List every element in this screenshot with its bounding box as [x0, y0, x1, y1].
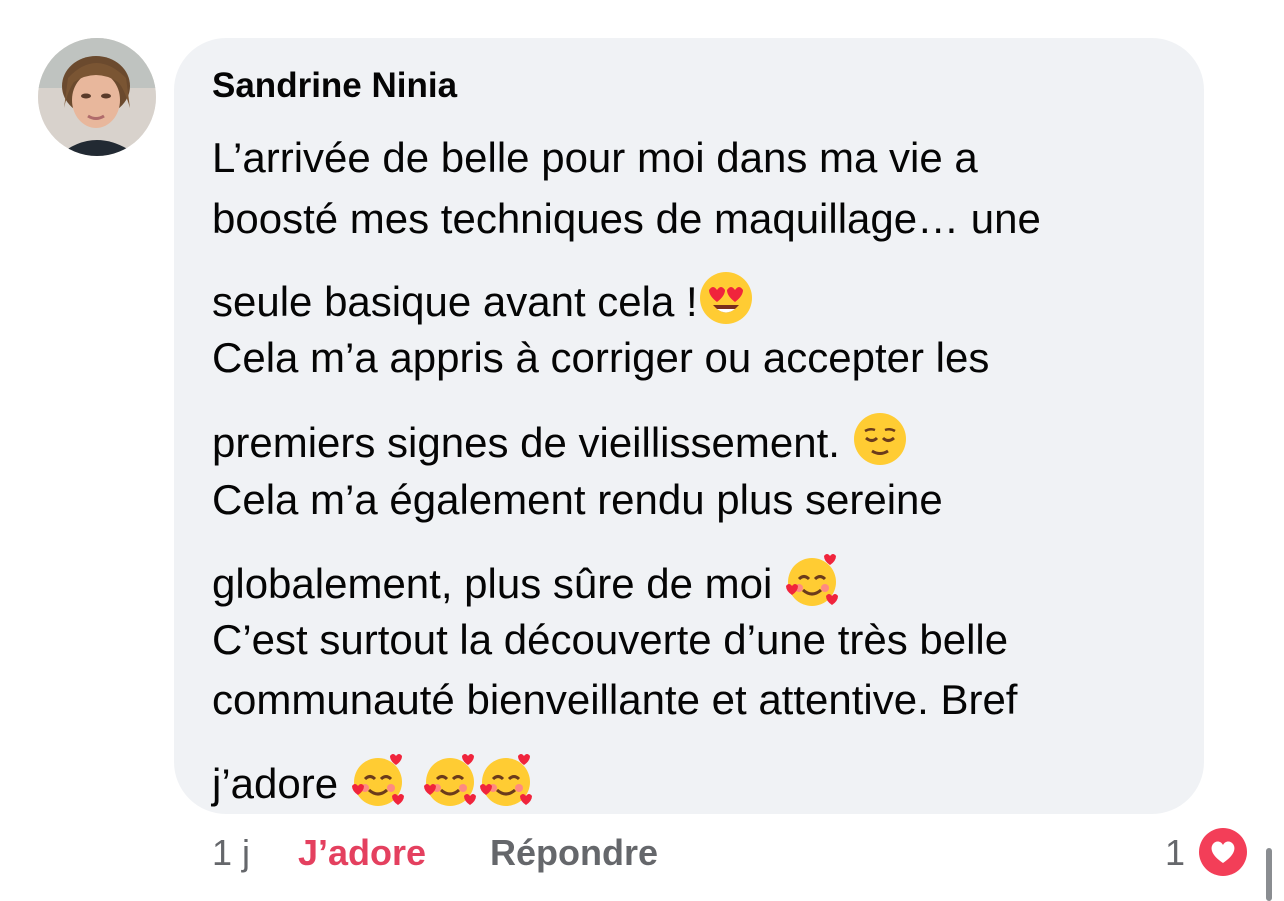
- smiling-face-with-hearts-emoji: [350, 752, 406, 808]
- heart-eyes-emoji: [698, 270, 754, 326]
- comment-timestamp[interactable]: 1 j: [212, 832, 250, 874]
- comment-author[interactable]: Sandrine Ninia: [212, 66, 457, 106]
- comment-text-line: globalement, plus sûre de moi: [212, 552, 840, 608]
- reaction-count[interactable]: 1: [1165, 832, 1185, 874]
- comment-text-line: Cela m’a également rendu plus sereine: [212, 476, 943, 523]
- comment-text-line: communauté bienveillante et attentive. B…: [212, 676, 1018, 723]
- comment-text-line: premiers signes de vieillissement.: [212, 411, 908, 467]
- love-reaction-button[interactable]: J’adore: [298, 832, 426, 874]
- comment-text-line: L’arrivée de belle pour moi dans ma vie …: [212, 134, 978, 181]
- comment-text-line: seule basique avant cela !: [212, 270, 754, 326]
- comment-text-line: Cela m’a appris à corriger ou accepter l…: [212, 334, 990, 381]
- smiling-face-with-hearts-emoji: [478, 752, 534, 808]
- comment-text-line: boosté mes techniques de maquillage… une: [212, 195, 1041, 242]
- avatar[interactable]: [38, 38, 156, 156]
- smiling-face-with-hearts-emoji: [422, 752, 478, 808]
- smiling-face-with-hearts-emoji: [784, 552, 840, 608]
- comment-bubble: Sandrine Ninia L’arrivée de belle pour m…: [174, 38, 1204, 814]
- scrollbar[interactable]: [1266, 848, 1272, 901]
- relieved-face-emoji: [852, 411, 908, 467]
- comment-text-line: C’est surtout la découverte d’une très b…: [212, 616, 1009, 663]
- avatar-photo: [38, 38, 156, 156]
- comment-text: seule basique avant cela !: [212, 278, 698, 325]
- heart-reaction-icon[interactable]: [1197, 826, 1249, 878]
- reply-button[interactable]: Répondre: [490, 832, 658, 874]
- comment-text: premiers signes de vieillissement.: [212, 419, 852, 466]
- comment-text-line: j’adore: [212, 752, 534, 808]
- comment-text: globalement, plus sûre de moi: [212, 560, 784, 607]
- comment-text: j’adore: [212, 760, 350, 807]
